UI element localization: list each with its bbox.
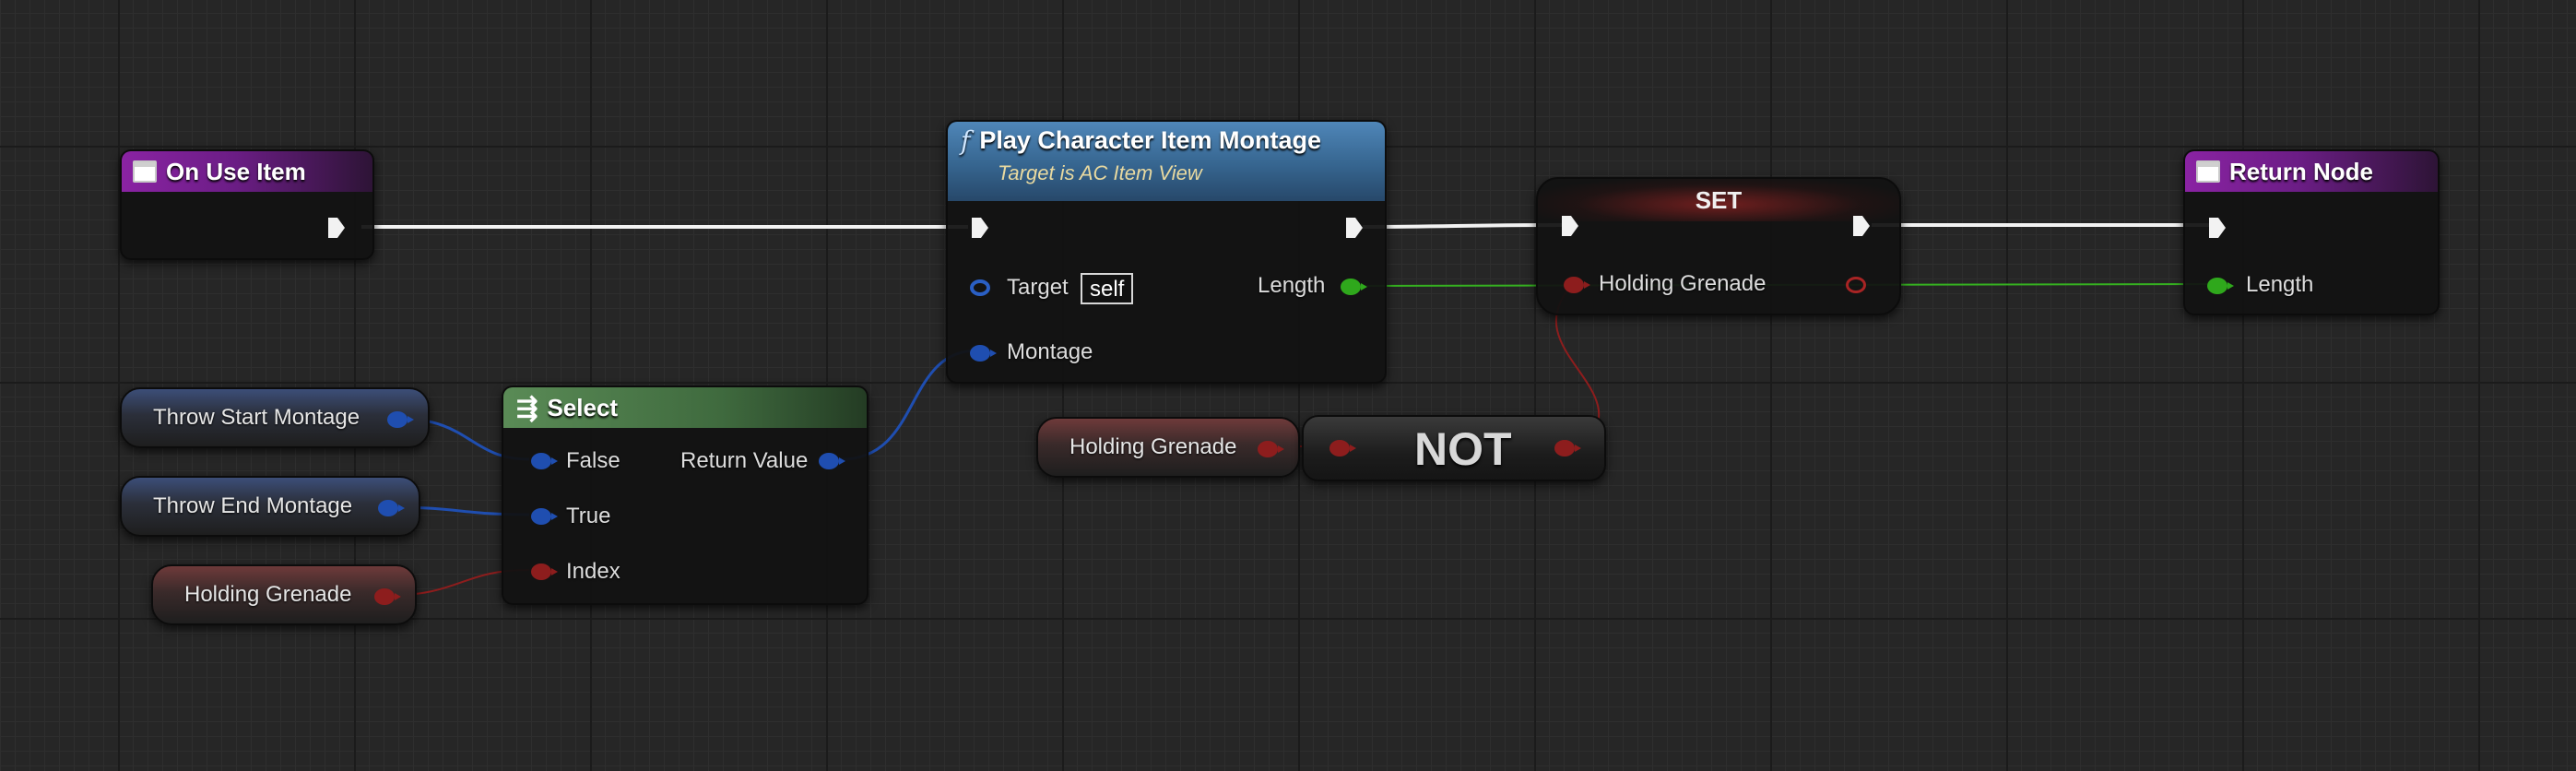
play-montage-title: Play Character Item Montage [979,126,1321,154]
on-use-item-title: On Use Item [166,157,306,185]
holding-grenade-in-pin[interactable] [1564,277,1590,293]
throw-start-label: Throw Start Montage [153,405,360,430]
throw-start-montage-var[interactable]: Throw Start Montage [120,387,430,448]
throw-end-montage-var[interactable]: Throw End Montage [120,476,420,537]
true-pin[interactable] [531,508,558,525]
not-input-pin[interactable] [1329,440,1356,457]
set-title: SET [1695,185,1743,214]
return-value-pin[interactable] [819,453,845,469]
exec-out-pin[interactable] [1851,214,1872,238]
throw-end-label: Throw End Montage [153,493,353,518]
true-label: True [566,504,611,528]
exec-wire-play-to-set [1362,223,1565,229]
play-montage-subtitle: Target is AC Item View [998,161,1202,184]
return-node-title: Return Node [2229,157,2373,185]
not-output-pin[interactable] [1554,440,1581,457]
return-value-label: Return Value [680,448,809,473]
holding-grenade-var-select[interactable]: Holding Grenade [151,564,417,625]
length-input-pin[interactable] [2207,278,2234,294]
select-node[interactable]: ⇶ Select False Return Value True Index [502,386,869,605]
exec-in-pin[interactable] [970,216,990,240]
length-output-pin[interactable] [1341,279,1367,295]
function-result-icon [2196,160,2220,183]
target-self-field[interactable]: self [1081,273,1134,304]
holding-grenade-not-label: Holding Grenade [1069,434,1237,459]
target-pin[interactable] [970,279,990,296]
wire-layer [360,222,2214,597]
set-node[interactable]: SET Holding Grenade [1536,177,1901,315]
montage-label: Montage [1007,339,1093,364]
on-use-item-node[interactable]: On Use Item [120,149,374,260]
select-title: Select [547,393,619,421]
play-character-item-montage-node[interactable]: f Play Character Item Montage Target is … [946,120,1387,384]
return-length-label: Length [2246,272,2314,297]
not-title: NOT [1414,423,1512,475]
holding-grenade-out-pin[interactable] [1846,277,1866,293]
holding-grenade-select-out-pin[interactable] [374,588,401,605]
throw-end-out-pin[interactable] [378,500,405,516]
select-icon: ⇶ [516,393,538,422]
exec-out-pin[interactable] [1344,216,1365,240]
return-node[interactable]: Return Node Length [2183,149,2440,315]
holding-grenade-var-not[interactable]: Holding Grenade [1036,417,1300,478]
select-header: ⇶ Select [503,387,867,428]
index-label: Index [566,559,620,584]
exec-out-pin[interactable] [326,216,347,240]
target-label: Target [1007,275,1069,300]
function-icon: f [961,125,971,156]
index-pin[interactable] [531,563,558,580]
montage-pin[interactable] [970,345,997,362]
throw-start-out-pin[interactable] [387,411,414,428]
exec-in-pin[interactable] [1560,214,1580,238]
holding-grenade-select-label: Holding Grenade [184,582,352,607]
holding-grenade-not-out-pin[interactable] [1258,441,1284,457]
set-header: SET [1538,179,1899,221]
not-node[interactable]: NOT [1302,415,1606,481]
function-entry-icon [133,160,157,183]
return-node-header: Return Node [2185,151,2438,192]
false-label: False [566,448,620,473]
false-pin[interactable] [531,453,558,469]
set-var-label: Holding Grenade [1599,271,1767,296]
exec-in-pin[interactable] [2207,216,2227,240]
play-montage-header: f Play Character Item Montage Target is … [948,122,1385,201]
length-output-label: Length [1258,273,1326,298]
on-use-item-header: On Use Item [122,151,372,192]
